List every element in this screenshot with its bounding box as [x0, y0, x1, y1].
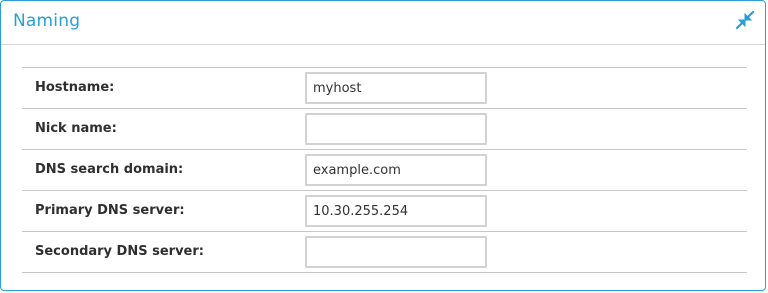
- hostname-label: Hostname:: [35, 80, 115, 95]
- naming-form: Hostname: Nick name: DNS search domain: …: [22, 67, 747, 273]
- nick-name-row: Nick name:: [22, 109, 747, 150]
- panel-title: Naming: [13, 11, 81, 31]
- hostname-input[interactable]: [305, 72, 487, 104]
- primary-dns-server-input[interactable]: [305, 195, 487, 227]
- secondary-dns-server-row: Secondary DNS server:: [22, 232, 747, 273]
- nick-name-input[interactable]: [305, 113, 487, 145]
- secondary-dns-server-label: Secondary DNS server:: [35, 244, 204, 259]
- secondary-dns-server-input[interactable]: [305, 236, 487, 268]
- primary-dns-server-label: Primary DNS server:: [35, 203, 185, 218]
- primary-dns-server-row: Primary DNS server:: [22, 191, 747, 232]
- nick-name-label: Nick name:: [35, 121, 117, 136]
- dns-search-domain-input[interactable]: [305, 154, 487, 186]
- title-divider: [1, 44, 765, 45]
- dns-search-domain-row: DNS search domain:: [22, 150, 747, 191]
- collapse-arrows-icon[interactable]: [734, 9, 756, 31]
- naming-panel: Naming Hostname: Nick name: DNS search d…: [0, 0, 766, 291]
- dns-search-domain-label: DNS search domain:: [35, 162, 184, 177]
- hostname-row: Hostname:: [22, 68, 747, 109]
